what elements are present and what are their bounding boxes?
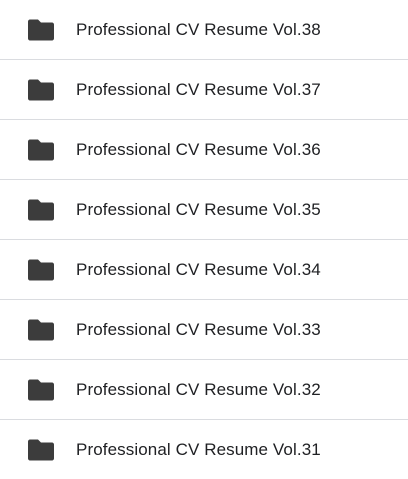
folder-item[interactable]: Professional CV Resume Vol.36 xyxy=(0,120,408,180)
folder-list: Professional CV Resume Vol.38 Profession… xyxy=(0,0,408,479)
folder-icon xyxy=(28,199,54,220)
folder-name: Professional CV Resume Vol.34 xyxy=(76,259,321,279)
folder-item[interactable]: Professional CV Resume Vol.33 xyxy=(0,300,408,360)
folder-icon xyxy=(28,439,54,460)
folder-name: Professional CV Resume Vol.31 xyxy=(76,439,321,459)
folder-icon xyxy=(28,319,54,340)
folder-icon xyxy=(28,139,54,160)
folder-item[interactable]: Professional CV Resume Vol.35 xyxy=(0,180,408,240)
folder-name: Professional CV Resume Vol.35 xyxy=(76,199,321,219)
folder-item[interactable]: Professional CV Resume Vol.34 xyxy=(0,240,408,300)
folder-item[interactable]: Professional CV Resume Vol.38 xyxy=(0,0,408,60)
folder-name: Professional CV Resume Vol.36 xyxy=(76,139,321,159)
folder-icon xyxy=(28,79,54,100)
folder-name: Professional CV Resume Vol.37 xyxy=(76,79,321,99)
folder-name: Professional CV Resume Vol.38 xyxy=(76,19,321,39)
folder-item[interactable]: Professional CV Resume Vol.32 xyxy=(0,360,408,420)
folder-name: Professional CV Resume Vol.33 xyxy=(76,319,321,339)
folder-icon xyxy=(28,259,54,280)
folder-item[interactable]: Professional CV Resume Vol.37 xyxy=(0,60,408,120)
folder-name: Professional CV Resume Vol.32 xyxy=(76,379,321,399)
folder-icon xyxy=(28,19,54,40)
folder-item[interactable]: Professional CV Resume Vol.31 xyxy=(0,420,408,479)
folder-icon xyxy=(28,379,54,400)
